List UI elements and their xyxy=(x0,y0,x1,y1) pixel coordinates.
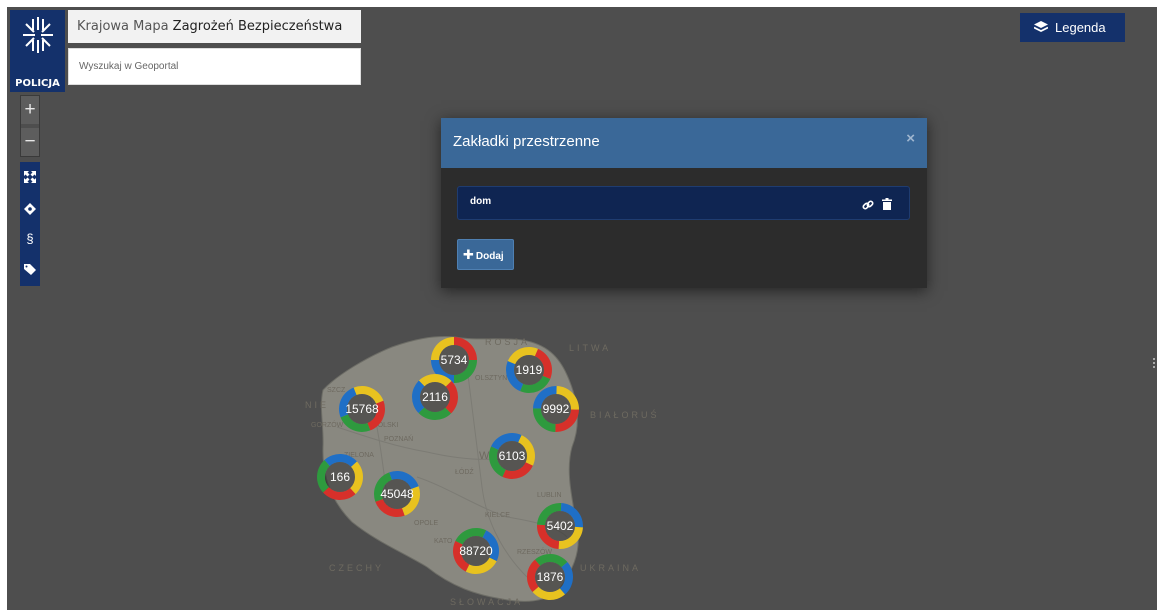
cluster-marker[interactable]: 2116 xyxy=(412,374,458,420)
cluster-marker[interactable]: 5402 xyxy=(537,502,583,549)
dialog-header: Zakładki przestrzenne × xyxy=(441,118,927,168)
cluster-count: 88720 xyxy=(459,544,493,558)
tags-icon xyxy=(23,264,36,275)
map-label-kielce: KIELCE xyxy=(485,512,510,519)
cluster-marker[interactable]: 88720 xyxy=(452,528,499,574)
link-icon xyxy=(862,200,874,210)
map-label-litwa: LITWA xyxy=(569,343,611,353)
cluster-count: 5402 xyxy=(547,519,574,533)
paragraph-icon: § xyxy=(26,231,34,246)
add-bookmark-label: Dodaj xyxy=(475,251,504,262)
police-logo[interactable]: POLICJA xyxy=(10,10,65,92)
cluster-marker[interactable]: 6103 xyxy=(489,432,535,480)
cluster-marker[interactable]: 166 xyxy=(317,454,363,500)
cluster-marker[interactable]: 1919 xyxy=(506,347,552,393)
cluster-marker[interactable]: 15768 xyxy=(339,386,385,432)
zoom-out-button[interactable]: − xyxy=(21,128,39,156)
cluster-count: 45048 xyxy=(380,487,414,501)
map-label-szczecin: SZCZ xyxy=(327,387,346,394)
bookmarks-button[interactable] xyxy=(20,258,40,280)
cluster-count: 2116 xyxy=(422,390,448,404)
cluster-count: 166 xyxy=(330,470,350,484)
cluster-count: 9992 xyxy=(543,402,570,416)
cluster-marker[interactable]: 1876 xyxy=(527,554,573,600)
cluster-count: 6103 xyxy=(499,449,526,463)
trash-icon xyxy=(882,198,892,210)
link-button[interactable] xyxy=(862,198,874,216)
cluster-marker[interactable]: 9992 xyxy=(533,386,579,432)
plus-icon: ✚ xyxy=(463,247,474,262)
map-label-lublin: LUBLIN xyxy=(537,492,562,499)
logo-text: POLICJA xyxy=(15,78,60,89)
bookmarks-dialog: Zakładki przestrzenne × dom ✚ Dodaj xyxy=(441,118,927,288)
geoportal-search-input[interactable] xyxy=(68,48,361,85)
side-panel-handle[interactable] xyxy=(1153,358,1156,372)
police-star-icon xyxy=(22,17,53,53)
zoom-in-button[interactable]: + xyxy=(21,96,39,124)
bookmark-item[interactable]: dom xyxy=(457,186,910,220)
delete-button[interactable] xyxy=(882,197,892,215)
cluster-count: 15768 xyxy=(345,402,379,416)
map-toolbar: § xyxy=(20,162,40,286)
cluster-count: 1919 xyxy=(516,363,543,377)
legal-button[interactable]: § xyxy=(20,228,40,250)
bookmark-name: dom xyxy=(470,196,492,207)
map-viewport[interactable]: ROSJA LITWA BIAŁORUŚ NIE CZECHY UKRAINA … xyxy=(7,7,1157,610)
dialog-title: Zakładki przestrzenne xyxy=(453,133,600,150)
map-label-kato: KATO xyxy=(434,538,453,545)
map-label-gorzow: GORZÓW xyxy=(311,420,344,429)
cluster-count: 5734 xyxy=(441,353,468,367)
map-label-niemcy: NIE xyxy=(305,400,329,410)
app-title-strong: Zagrożeń Bezpieczeństwa xyxy=(172,19,343,34)
map-label-slowacja: SŁOWACJA xyxy=(450,597,523,607)
locate-icon xyxy=(24,203,36,215)
map-label-w: W xyxy=(479,450,490,462)
legend-button[interactable]: Legenda xyxy=(1020,13,1125,42)
cluster-count: 1876 xyxy=(537,570,564,584)
map-label-olsztyn: OLSZTYN xyxy=(475,375,507,382)
map-canvas[interactable]: ROSJA LITWA BIAŁORUŚ NIE CZECHY UKRAINA … xyxy=(7,7,1157,610)
map-label-czechy: CZECHY xyxy=(329,563,384,573)
map-label-ukraina: UKRAINA xyxy=(580,563,641,573)
map-label-bialorus: BIAŁORUŚ xyxy=(590,409,660,420)
close-button[interactable]: × xyxy=(906,130,915,147)
zoom-control: + − xyxy=(20,95,40,157)
fullscreen-button[interactable] xyxy=(20,166,40,188)
expand-icon xyxy=(24,171,36,183)
map-label-lodz: ŁÓDŹ xyxy=(455,467,474,476)
add-bookmark-button[interactable]: ✚ Dodaj xyxy=(457,239,514,270)
legend-label: Legenda xyxy=(1055,20,1106,35)
app-title-prefix: Krajowa Mapa xyxy=(77,19,173,34)
map-label-rosja: ROSJA xyxy=(485,337,530,347)
layers-icon xyxy=(1034,21,1048,33)
map-label-opole: OPOLE xyxy=(414,520,438,527)
cluster-marker[interactable]: 45048 xyxy=(374,471,421,517)
locate-button[interactable] xyxy=(20,198,40,220)
map-label-poznan: POZNAŃ xyxy=(384,434,413,443)
app-title: Krajowa Mapa Zagrożeń Bezpieczeństwa xyxy=(68,10,361,43)
